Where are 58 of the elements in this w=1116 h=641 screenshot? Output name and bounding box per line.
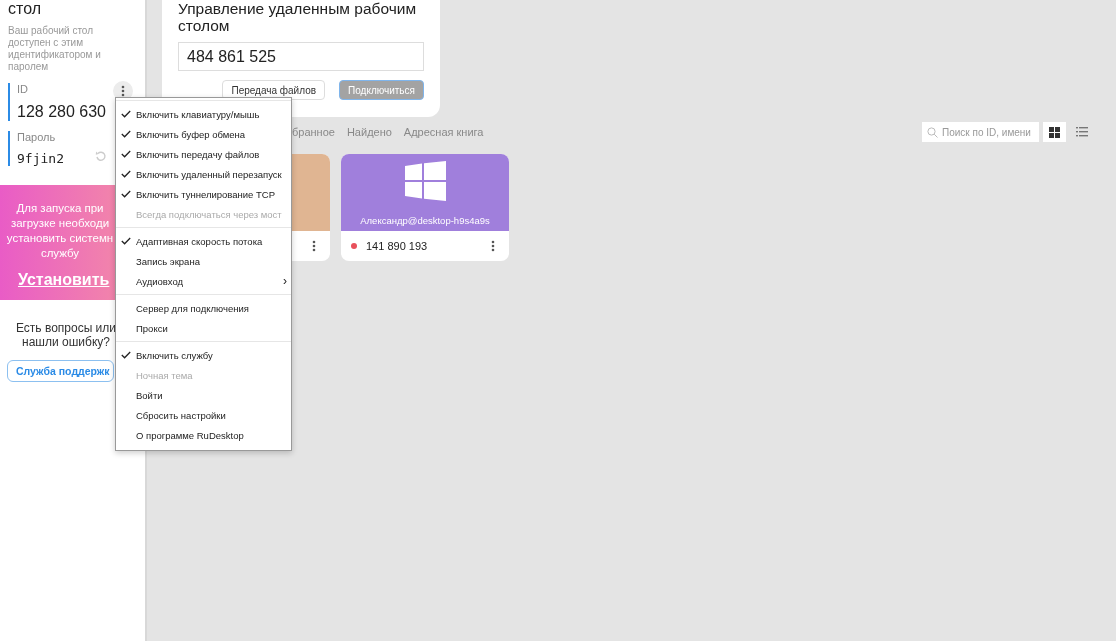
menu-item-label: О программе RuDesktop xyxy=(136,429,244,441)
menu-item-label: Включить удаленный перезапуск xyxy=(136,168,282,180)
menu-item[interactable]: Включить клавиатуру/мышь xyxy=(116,104,291,124)
menu-item-label: Включить туннелирование TCP xyxy=(136,188,276,200)
more-icon[interactable] xyxy=(312,240,316,252)
banner-text: загрузке необходи xyxy=(9,216,111,231)
id-label: ID xyxy=(17,83,28,95)
menu-item-label: Всегда подключаться через мост xyxy=(136,208,282,220)
kebab-icon xyxy=(121,85,125,97)
menu-item[interactable]: О программе RuDesktop xyxy=(116,425,291,445)
menu-item-label: Адаптивная скорость потока xyxy=(136,235,263,247)
menu-item-label: Включить буфер обмена xyxy=(136,128,245,140)
menu-item[interactable]: Запись экрана xyxy=(116,251,291,271)
list-icon xyxy=(1075,127,1088,137)
banner-text: службу xyxy=(39,246,81,261)
banner-text: установить системн xyxy=(5,231,115,246)
peer-card[interactable]: Александр@desktop-h9s4a9s 141 890 193 xyxy=(341,154,509,261)
grid-icon xyxy=(1049,126,1060,138)
menu-item[interactable]: Прокси xyxy=(116,318,291,338)
menu-item-label: Включить передачу файлов xyxy=(136,148,260,160)
more-icon[interactable] xyxy=(491,240,495,252)
menu-item-label: Запись экрана xyxy=(136,255,200,267)
sidebar-description: Ваш рабочий стол доступен с этим идентификатором и паролем xyxy=(8,25,102,73)
peer-name: Александр@desktop-h9s4a9s xyxy=(360,215,490,226)
card-title: Управление удаленным рабочим столом xyxy=(178,0,418,34)
grid-view-button[interactable] xyxy=(1043,122,1066,142)
menu-item[interactable]: Включить передачу файлов xyxy=(116,144,291,164)
menu-item[interactable]: Включить службу xyxy=(116,345,291,365)
menu-item-label: Включить клавиатуру/мышь xyxy=(136,108,260,120)
remote-id-field[interactable]: 484 861 525 xyxy=(178,42,424,71)
help-text: нашли ошибку? xyxy=(21,335,111,349)
windows-logo-icon xyxy=(404,161,446,201)
menu-item[interactable]: Сбросить настройки xyxy=(116,405,291,425)
menu-item[interactable]: Включить туннелирование TCP xyxy=(116,184,291,204)
peer-id: 141 890 193 xyxy=(366,240,428,252)
banner-text: Для запуска при xyxy=(15,201,105,216)
help-text: Есть вопросы или xyxy=(14,321,118,335)
file-transfer-button[interactable]: Передача файлов xyxy=(222,80,326,100)
menu-item-label: Аудиовход xyxy=(136,275,184,287)
menu-item-label: Войти xyxy=(136,389,163,401)
password-label: Пароль xyxy=(17,131,56,143)
menu-item[interactable]: Включить удаленный перезапуск xyxy=(116,164,291,184)
menu-item-label: Включить службу xyxy=(136,349,213,361)
menu-item[interactable]: Войти xyxy=(116,385,291,405)
menu-item-label: Ночная тема xyxy=(136,369,193,381)
menu-item[interactable]: Аудиовход › xyxy=(116,271,291,291)
submenu-arrow: › xyxy=(283,274,287,288)
menu-item[interactable]: Адаптивная скорость потока xyxy=(116,231,291,251)
support-button[interactable]: Служба поддержк xyxy=(7,360,114,382)
menu-item-label: Сбросить настройки xyxy=(136,409,226,421)
id-value: 128 280 630 xyxy=(17,103,107,121)
menu-item-label: Сервер для подключения xyxy=(136,302,249,314)
password-value: 9fjin2 xyxy=(17,151,64,166)
menu-item[interactable]: Включить буфер обмена xyxy=(116,124,291,144)
menu-item-label: Прокси xyxy=(136,322,168,334)
search-icon xyxy=(927,126,938,138)
sidebar-title: стол xyxy=(8,0,43,19)
menu-item[interactable]: Сервер для подключения xyxy=(116,298,291,318)
